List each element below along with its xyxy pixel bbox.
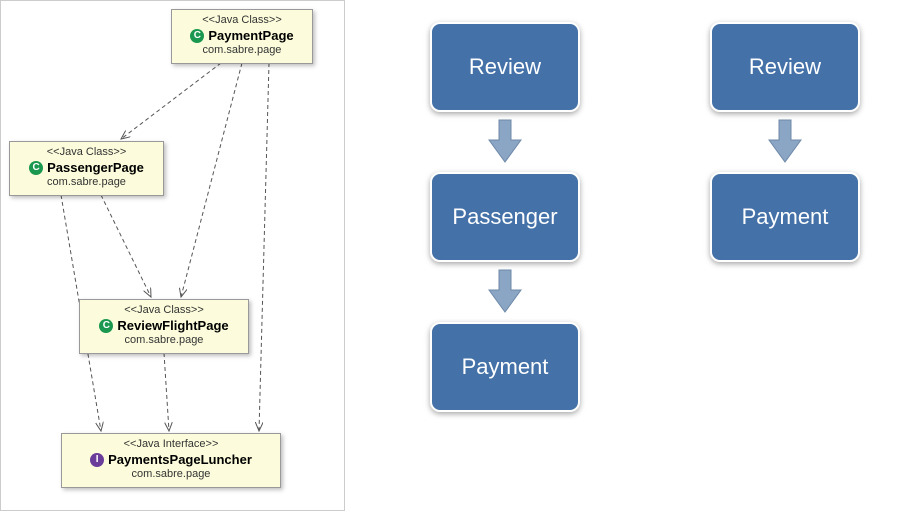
uml-name-row: C ReviewFlightPage bbox=[88, 318, 240, 333]
arrow-down-icon bbox=[487, 118, 523, 164]
flow-step-label: Review bbox=[749, 54, 821, 80]
uml-class-name: ReviewFlightPage bbox=[117, 318, 228, 333]
uml-name-row: C PaymentPage bbox=[180, 28, 304, 43]
interface-icon: I bbox=[90, 453, 104, 467]
uml-class-name: PaymentPage bbox=[208, 28, 293, 43]
uml-package: com.sabre.page bbox=[88, 334, 240, 347]
flow-step-label: Payment bbox=[462, 354, 549, 380]
uml-interface-paymentspageluncher: <<Java Interface>> I PaymentsPageLuncher… bbox=[61, 433, 281, 488]
uml-stereotype: <<Java Class>> bbox=[18, 146, 155, 159]
uml-package: com.sabre.page bbox=[18, 176, 155, 189]
arrow-down-icon bbox=[487, 268, 523, 314]
uml-class-paymentpage: <<Java Class>> C PaymentPage com.sabre.p… bbox=[171, 9, 313, 64]
uml-stereotype: <<Java Class>> bbox=[180, 14, 304, 27]
flow-step-review: Review bbox=[710, 22, 860, 112]
flow-step-label: Review bbox=[469, 54, 541, 80]
uml-diagram-panel: <<Java Class>> C PaymentPage com.sabre.p… bbox=[0, 0, 345, 511]
uml-class-name: PassengerPage bbox=[47, 160, 144, 175]
arrow-down-icon bbox=[767, 118, 803, 164]
uml-interface-name: PaymentsPageLuncher bbox=[108, 452, 252, 467]
class-icon: C bbox=[99, 319, 113, 333]
flow-step-payment: Payment bbox=[710, 172, 860, 262]
uml-name-row: C PassengerPage bbox=[18, 160, 155, 175]
flow-step-label: Passenger bbox=[452, 204, 557, 230]
uml-stereotype: <<Java Interface>> bbox=[70, 438, 272, 451]
uml-name-row: I PaymentsPageLuncher bbox=[70, 452, 272, 467]
flow-step-review: Review bbox=[430, 22, 580, 112]
uml-class-passengerpage: <<Java Class>> C PassengerPage com.sabre… bbox=[9, 141, 164, 196]
uml-package: com.sabre.page bbox=[180, 44, 304, 57]
uml-class-reviewflightpage: <<Java Class>> C ReviewFlightPage com.sa… bbox=[79, 299, 249, 354]
flow-step-payment: Payment bbox=[430, 322, 580, 412]
flow-step-label: Payment bbox=[742, 204, 829, 230]
flow-step-passenger: Passenger bbox=[430, 172, 580, 262]
class-icon: C bbox=[190, 29, 204, 43]
uml-stereotype: <<Java Class>> bbox=[88, 304, 240, 317]
uml-package: com.sabre.page bbox=[70, 468, 272, 481]
flow-diagrams-panel: Review Passenger Payment Review Payment bbox=[350, 0, 900, 511]
class-icon: C bbox=[29, 161, 43, 175]
